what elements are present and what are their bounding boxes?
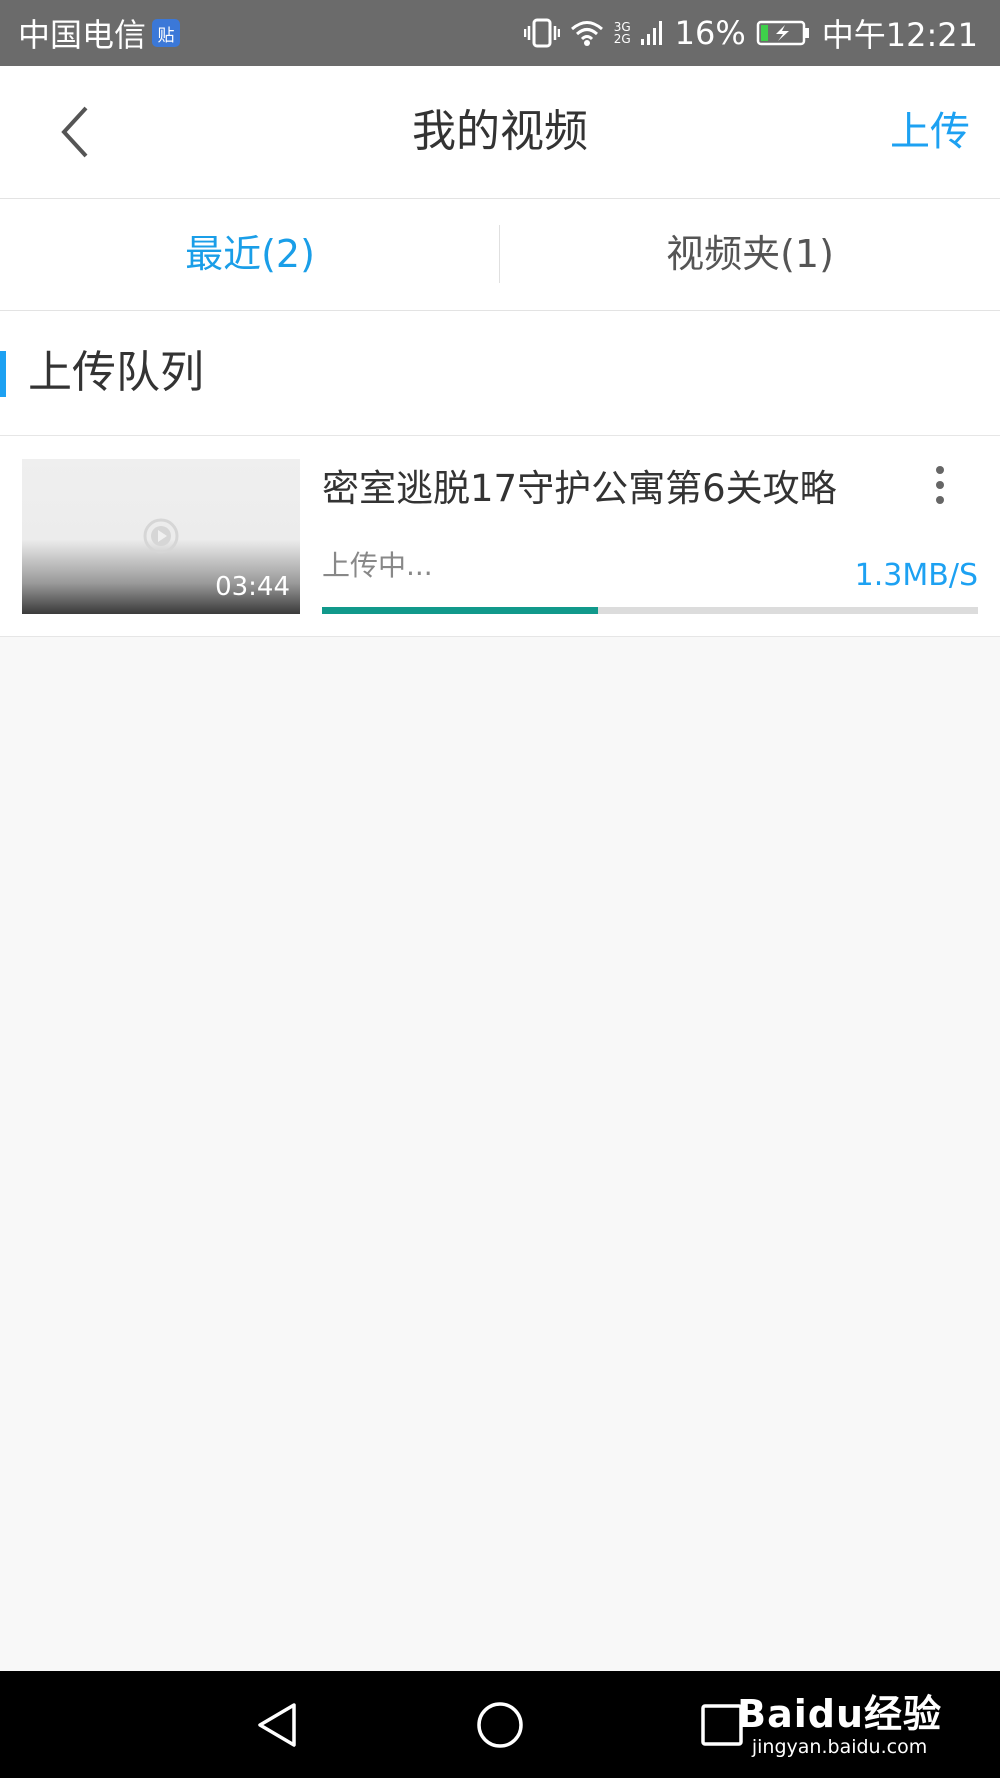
upload-speed: 1.3MB/S bbox=[854, 558, 978, 593]
nav-home-icon[interactable] bbox=[475, 1700, 525, 1750]
status-bar-left: 中国电信 贴 bbox=[18, 0, 181, 66]
upload-status: 上传中... bbox=[322, 549, 433, 582]
nav-back-icon[interactable] bbox=[254, 1701, 300, 1749]
upload-queue-item[interactable]: 03:44 密室逃脱17守护公寓第6关攻略 上传中... 1.3MB/S bbox=[0, 436, 1000, 637]
clock: 中午12:21 bbox=[821, 16, 978, 54]
tab-bar: 最近(2) 视频夹(1) bbox=[0, 199, 1000, 311]
tieba-app-icon: 贴 bbox=[152, 19, 181, 47]
upload-progress-bar bbox=[322, 607, 978, 614]
wifi-icon bbox=[570, 19, 604, 47]
status-bar-right: 3G 2G 16% 中午12:21 bbox=[523, 0, 978, 66]
battery-charging-icon bbox=[756, 19, 812, 47]
network-type-bottom: 2G bbox=[613, 32, 631, 46]
tab-video-folder[interactable]: 视频夹(1) bbox=[500, 199, 1000, 310]
upload-progress-fill bbox=[322, 607, 598, 614]
system-nav-bar: Baidu经验 jingyan.baidu.com bbox=[0, 1671, 1000, 1778]
more-options-button[interactable] bbox=[925, 464, 955, 510]
section-accent-bar bbox=[0, 351, 6, 397]
battery-percent: 16% bbox=[674, 14, 746, 52]
tab-recent[interactable]: 最近(2) bbox=[0, 199, 500, 310]
page-title: 我的视频 bbox=[412, 106, 588, 157]
watermark-line1: Baidu经验 bbox=[737, 1692, 942, 1736]
watermark-line2: jingyan.baidu.com bbox=[751, 1736, 928, 1758]
baidu-jingyan-watermark: Baidu经验 jingyan.baidu.com bbox=[737, 1683, 942, 1758]
status-bar: 中国电信 贴 3G 2G 16% 中午12:21 bbox=[0, 0, 1000, 66]
signal-icon bbox=[640, 19, 665, 47]
video-title: 密室逃脱17守护公寓第6关攻略 bbox=[322, 467, 837, 510]
play-icon bbox=[143, 518, 179, 554]
upload-button[interactable]: 上传 bbox=[890, 66, 970, 198]
video-thumbnail[interactable]: 03:44 bbox=[22, 459, 300, 614]
network-type-label: 3G 2G bbox=[614, 21, 631, 45]
tab-divider bbox=[499, 225, 500, 283]
carrier-label: 中国电信 bbox=[18, 16, 147, 54]
section-title: 上传队列 bbox=[28, 347, 204, 398]
more-vertical-icon bbox=[936, 466, 944, 504]
video-duration: 03:44 bbox=[215, 572, 290, 602]
vibrate-icon bbox=[523, 18, 560, 48]
upload-queue-header: 上传队列 bbox=[0, 311, 1000, 436]
app-header: 我的视频 上传 bbox=[0, 66, 1000, 199]
